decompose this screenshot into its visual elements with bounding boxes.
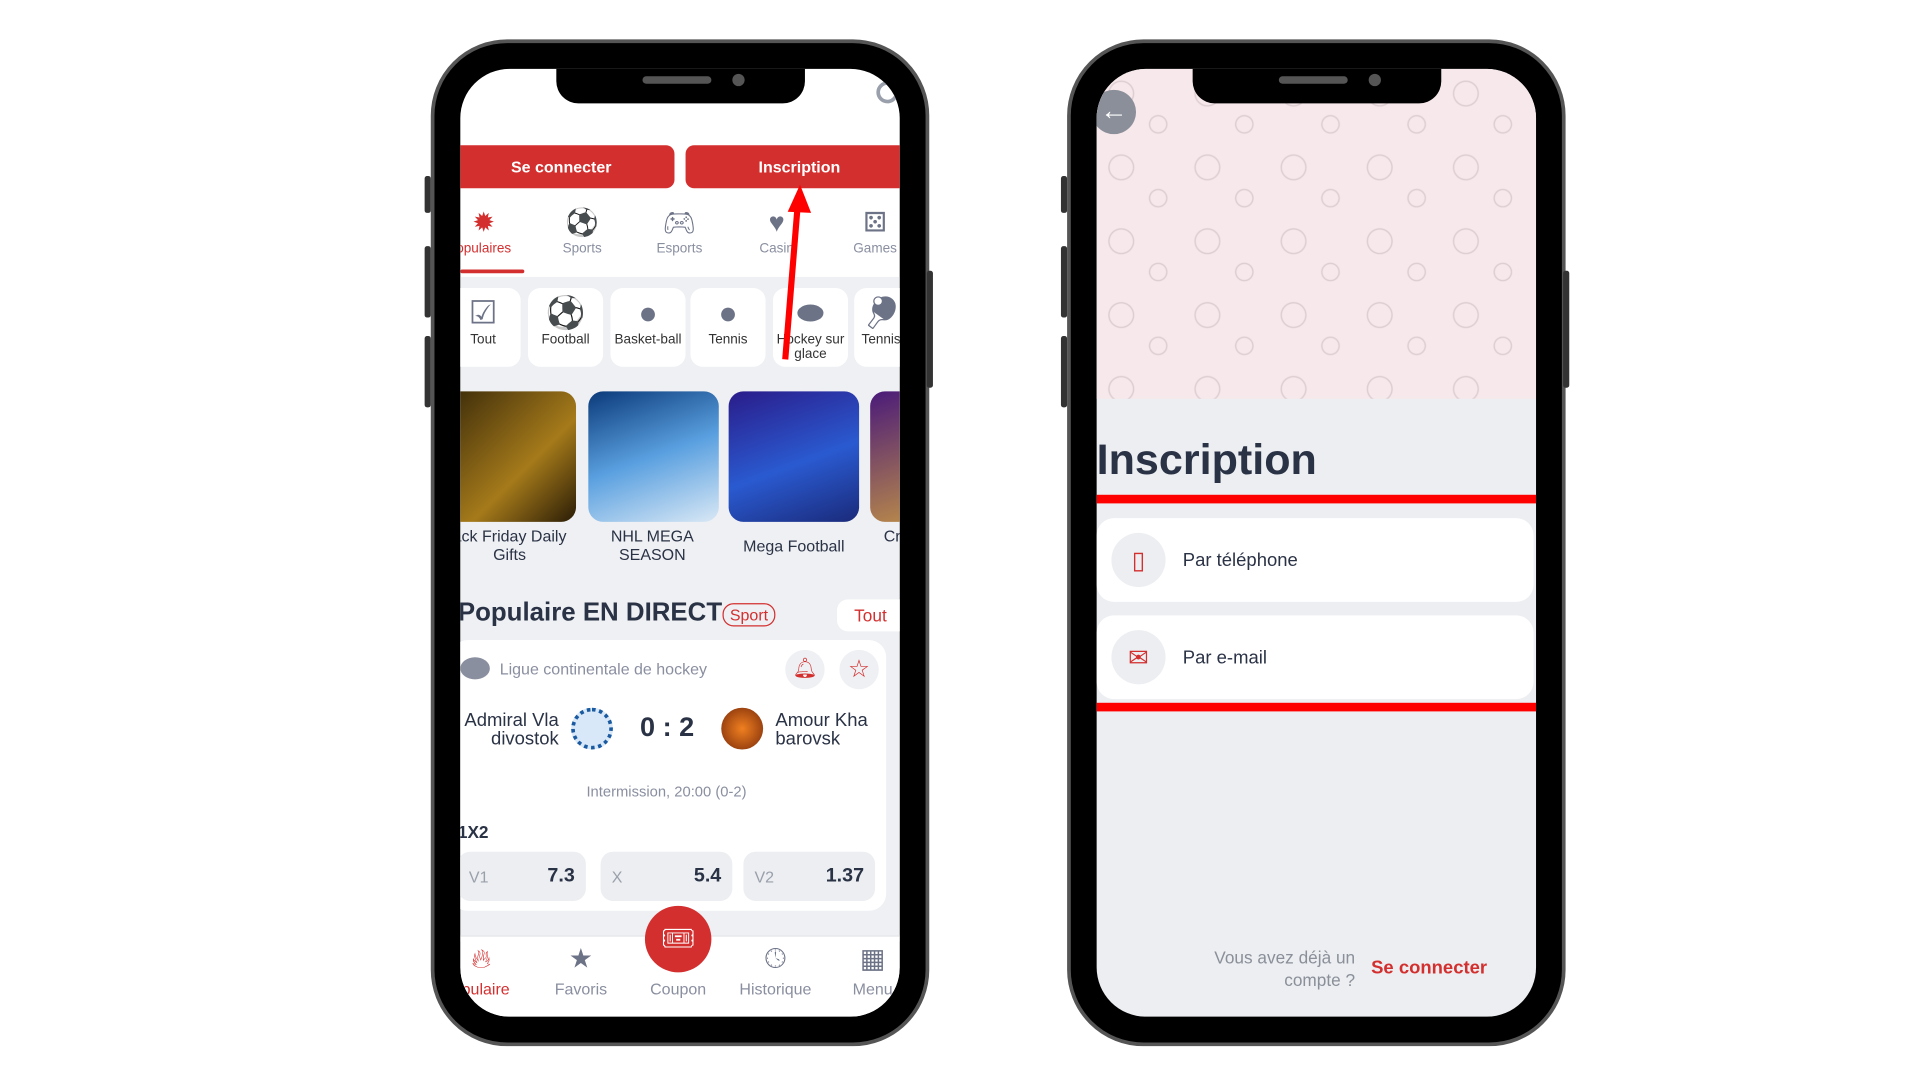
phone-icon: ▯ [1111,532,1166,588]
annotation-arrow [782,184,812,360]
notch [1192,68,1442,104]
login-link[interactable]: Se connecter [1371,958,1487,979]
footer-text: Vous avez déjà un compte ? [1214,947,1356,990]
page-title: Inscription [1096,435,1317,484]
annotation-line [1096,702,1537,712]
right-phone-screen: ← Inscription ▯ Par téléphone ✉ Par e-mail… [1096,68,1537,1017]
option-email[interactable]: ✉ Par e-mail [1096,615,1534,700]
option-phone[interactable]: ▯ Par téléphone [1096,518,1534,602]
sports-pattern-header [1096,68,1537,399]
notch [556,68,805,104]
right-phone-frame: ← Inscription ▯ Par téléphone ✉ Par e-mail… [1060,39,1570,1047]
annotation-line [1096,494,1537,504]
envelope-icon: ✉ [1111,630,1166,685]
